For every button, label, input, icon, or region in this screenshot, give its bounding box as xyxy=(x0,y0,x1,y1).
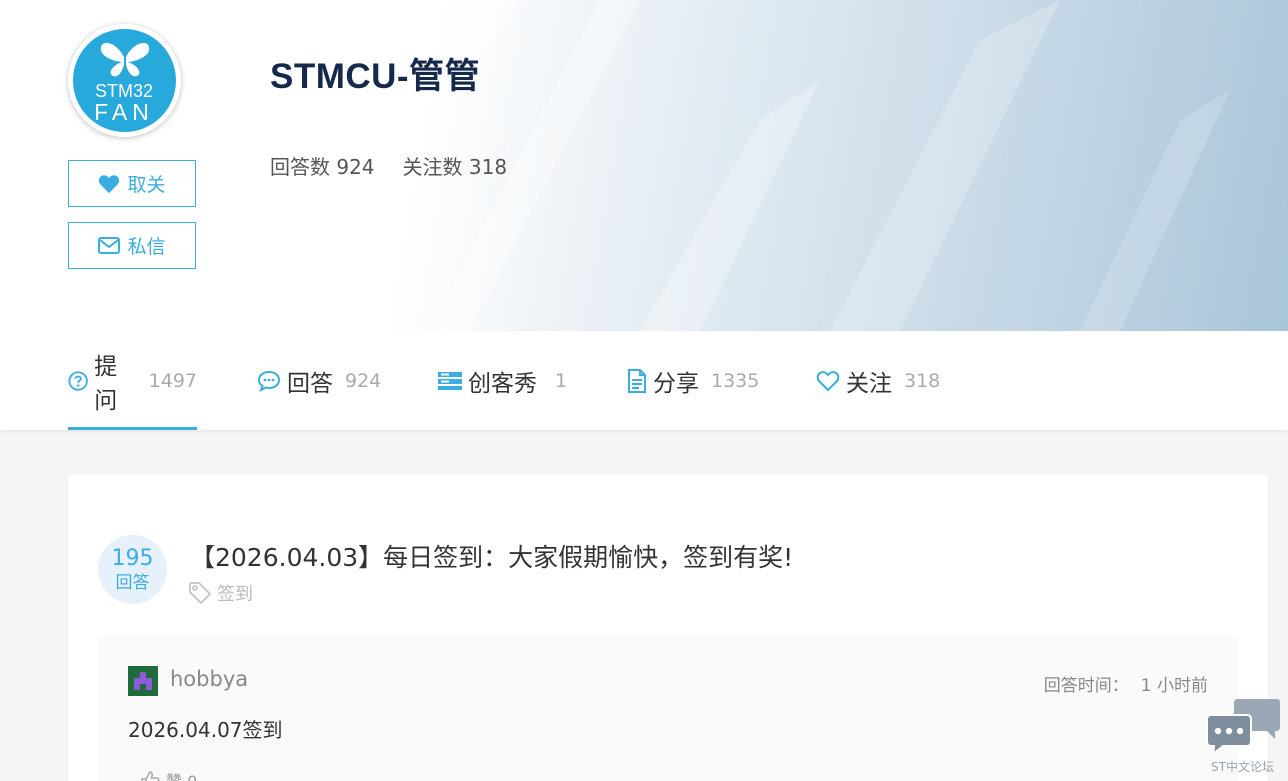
heart-outline-icon xyxy=(816,370,840,391)
question-circle-icon xyxy=(68,370,88,391)
question-card: 195 回答 【2026.04.03】每日签到：大家假期愉快，签到有奖! 签到 … xyxy=(68,474,1268,781)
avatar-text-bottom: FAN xyxy=(94,99,154,125)
tab-following-label: 关注 xyxy=(846,370,892,397)
profile-stats: 回答数 924 关注数 318 xyxy=(270,151,507,180)
tab-maker-show[interactable]: 创客秀 1 xyxy=(438,331,567,430)
forum-chat-widget[interactable]: ST中文论坛 xyxy=(1203,697,1285,781)
tab-questions[interactable]: 提问 1497 xyxy=(68,331,197,430)
answer-user-avatar[interactable] xyxy=(128,666,158,696)
avatar-text-top: STM32 xyxy=(95,81,153,101)
answer-time-value: 1 小时前 xyxy=(1140,676,1208,696)
profile-header: STM32 FAN 取关 私信 STMCU-管管 回答数 924 关注数 318 xyxy=(0,0,1288,331)
tab-following-count: 318 xyxy=(904,369,941,392)
answer-count-number: 195 xyxy=(111,545,154,571)
heart-icon xyxy=(99,174,120,193)
user-avatar[interactable]: STM32 FAN xyxy=(68,24,181,137)
like-label: 赞 0 xyxy=(166,768,197,781)
tab-questions-count: 1497 xyxy=(148,369,197,392)
tab-shares-count: 1335 xyxy=(711,369,760,392)
tab-answers[interactable]: 回答 924 xyxy=(257,331,381,430)
tab-maker-show-count: 1 xyxy=(555,369,568,392)
unfollow-label: 取关 xyxy=(127,174,166,196)
question-tag[interactable]: 签到 xyxy=(188,580,253,606)
chat-bubbles-icon xyxy=(1206,699,1280,757)
profile-tabs: 提问 1497 回答 924 创客秀 1 分享 1335 关注 318 xyxy=(0,331,1288,430)
message-label: 私信 xyxy=(127,236,166,258)
answer-time-label: 回答时间： xyxy=(1043,676,1129,696)
tag-icon xyxy=(189,582,211,604)
server-icon xyxy=(438,371,462,390)
tab-answers-count: 924 xyxy=(345,369,382,392)
followers-stat: 关注数 318 xyxy=(403,151,508,180)
forum-widget-label: ST中文论坛 xyxy=(1211,760,1274,774)
message-button[interactable]: 私信 xyxy=(68,222,196,269)
answers-stat-label: 回答数 xyxy=(270,155,330,179)
tab-maker-show-label: 创客秀 xyxy=(468,370,537,397)
tab-shares-label: 分享 xyxy=(653,370,699,397)
unfollow-button[interactable]: 取关 xyxy=(68,160,196,207)
thumbs-up-icon xyxy=(141,771,160,781)
question-tag-label: 签到 xyxy=(217,584,253,605)
comment-dots-icon xyxy=(257,370,281,392)
tab-shares[interactable]: 分享 1335 xyxy=(627,331,759,430)
stm32-fan-logo: STM32 FAN xyxy=(94,42,154,125)
question-title[interactable]: 【2026.04.03】每日签到：大家假期愉快，签到有奖! xyxy=(190,538,793,574)
answer-time: 回答时间： 1 小时前 xyxy=(1044,671,1208,696)
envelope-icon xyxy=(98,237,121,254)
tab-following[interactable]: 关注 318 xyxy=(816,331,940,430)
followers-stat-label: 关注数 xyxy=(402,155,463,179)
answers-stat-value: 924 xyxy=(336,155,375,179)
followers-stat-value: 318 xyxy=(468,155,508,179)
answer-item: hobbya 回答时间： 1 小时前 2026.04.07签到 赞 0 xyxy=(98,636,1238,781)
answer-body: 2026.04.07签到 xyxy=(128,718,283,742)
document-icon xyxy=(628,368,646,393)
username: STMCU-管管 xyxy=(270,57,481,96)
like-button[interactable]: 赞 0 xyxy=(140,768,197,781)
answer-username[interactable]: hobbya xyxy=(170,667,248,691)
answer-count-badge: 195 回答 xyxy=(98,535,167,604)
answer-count-label: 回答 xyxy=(115,572,150,593)
answers-stat: 回答数 924 xyxy=(270,151,375,180)
tab-questions-label: 提问 xyxy=(94,353,118,414)
tab-answers-label: 回答 xyxy=(287,370,333,397)
